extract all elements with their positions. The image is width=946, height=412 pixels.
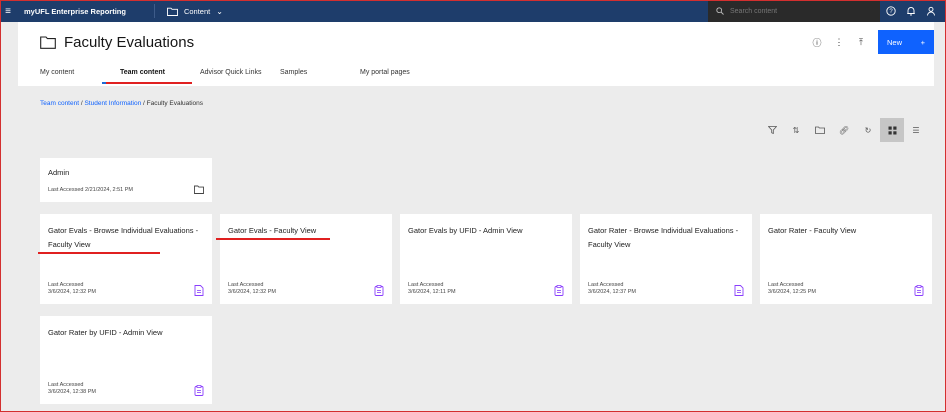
- content-card[interactable]: Gator Evals - Browse Individual Evaluati…: [40, 214, 212, 304]
- folder-icon: [167, 7, 178, 16]
- card-last-accessed: Last Accessed 3/6/2024, 12:32 PM: [228, 282, 277, 295]
- tab-team-content[interactable]: Team content: [120, 69, 165, 76]
- filter-icon[interactable]: [760, 118, 784, 142]
- help-icon[interactable]: ?: [886, 6, 896, 16]
- clipboard-icon: [194, 385, 204, 396]
- report-icon: [194, 285, 204, 296]
- breadcrumb-current: Faculty Evaluations: [146, 100, 204, 107]
- topbar-icons: ?: [886, 0, 936, 22]
- user-icon[interactable]: [926, 6, 936, 16]
- topbar-divider: [153, 4, 155, 18]
- breadcrumb-student-information[interactable]: Student Information: [84, 100, 141, 107]
- breadcrumb: Team content / Student Information / Fac…: [40, 100, 203, 107]
- app-title[interactable]: myUFL Enterprise Reporting: [24, 7, 126, 16]
- content-toolbar: ⇅ 🔗︎ ↻ ☰: [760, 118, 928, 142]
- page-title-text: Faculty Evaluations: [64, 34, 195, 51]
- red-annotation-underline: [38, 252, 160, 254]
- refresh-icon[interactable]: ↻: [856, 118, 880, 142]
- card-title: Gator Evals by UFID - Admin View: [408, 226, 523, 235]
- card-title: Admin: [48, 168, 70, 177]
- folder-icon: [194, 185, 204, 194]
- new-folder-icon[interactable]: [808, 118, 832, 142]
- card-title: Gator Rater - Browse Individual Evaluati…: [588, 226, 739, 249]
- content-card[interactable]: Gator Evals - Faculty View Last Accessed…: [220, 214, 392, 304]
- content-card[interactable]: Admin Last Accessed 2/21/2024, 2:51 PM: [40, 158, 212, 202]
- card-title: Gator Rater - Faculty View: [768, 226, 857, 235]
- tab-my-content[interactable]: My content: [40, 69, 74, 76]
- card-last-accessed: Last Accessed 3/6/2024, 12:25 PM: [768, 282, 817, 295]
- list-view-icon[interactable]: ☰: [904, 118, 928, 142]
- breadcrumb-separator: /: [143, 100, 145, 107]
- card-last-accessed: Last Accessed 3/6/2024, 12:38 PM: [48, 382, 97, 395]
- content-card[interactable]: Gator Rater by UFID - Admin View Last Ac…: [40, 316, 212, 404]
- content-switcher-label: Content: [183, 6, 211, 16]
- chevron-down-icon: ⌄: [216, 6, 223, 16]
- tab-samples[interactable]: Samples: [280, 69, 307, 76]
- top-bar: ≡ myUFL Enterprise Reporting Content ⌄ S…: [0, 0, 946, 22]
- clipboard-icon: [374, 285, 384, 296]
- card-title: Gator Evals - Faculty View: [228, 226, 317, 235]
- header-actions: ⓘ ⋮ ⤒ New +: [806, 30, 934, 54]
- notification-bell-icon[interactable]: [906, 6, 916, 16]
- tab-my-portal-pages[interactable]: My portal pages: [360, 69, 410, 76]
- breadcrumb-separator: /: [80, 100, 83, 107]
- folder-icon: [40, 36, 56, 49]
- red-annotation-underline: [216, 238, 330, 240]
- clipboard-icon: [554, 285, 564, 296]
- sort-icon[interactable]: ⇅: [784, 118, 808, 142]
- content-card[interactable]: Gator Rater - Faculty View Last Accessed…: [760, 214, 932, 304]
- page-title: Faculty Evaluations: [40, 34, 194, 51]
- clipboard-icon: [914, 285, 924, 296]
- search-box[interactable]: Search content: [708, 0, 880, 22]
- hamburger-menu-icon[interactable]: ≡: [0, 6, 16, 17]
- card-last-accessed: Last Accessed 2/21/2024, 2:51 PM: [48, 187, 134, 193]
- content-card[interactable]: Gator Evals by UFID - Admin View Last Ac…: [400, 214, 572, 304]
- red-annotation-underline: [106, 82, 192, 84]
- card-last-accessed: Last Accessed 3/6/2024, 12:37 PM: [588, 282, 637, 295]
- grid-view-icon[interactable]: [880, 118, 904, 142]
- plus-icon: +: [920, 37, 925, 47]
- search-input[interactable]: Search content: [730, 8, 777, 15]
- new-button[interactable]: New +: [878, 30, 934, 54]
- breadcrumb-team-content[interactable]: Team content: [40, 100, 79, 107]
- link-icon[interactable]: 🔗︎: [832, 118, 856, 142]
- card-last-accessed: Last Accessed 3/6/2024, 12:32 PM: [48, 282, 97, 295]
- page-header: Faculty Evaluations My content Team cont…: [18, 22, 934, 86]
- report-icon: [734, 285, 744, 296]
- upload-icon[interactable]: ⤒: [850, 37, 872, 48]
- card-title: Gator Evals - Browse Individual Evaluati…: [48, 226, 199, 249]
- new-button-label: New: [887, 37, 903, 47]
- svg-text:?: ?: [889, 9, 893, 15]
- content-card[interactable]: Gator Rater - Browse Individual Evaluati…: [580, 214, 752, 304]
- content-switcher[interactable]: Content ⌄: [167, 7, 223, 16]
- overflow-menu-icon[interactable]: ⋮: [828, 37, 850, 48]
- tab-advisor-quick-links[interactable]: Advisor Quick Links: [200, 69, 261, 76]
- card-title: Gator Rater by UFID - Admin View: [48, 328, 163, 337]
- card-last-accessed: Last Accessed 3/6/2024, 12:11 PM: [408, 282, 456, 295]
- search-icon: [716, 7, 724, 15]
- info-icon[interactable]: ⓘ: [806, 36, 828, 49]
